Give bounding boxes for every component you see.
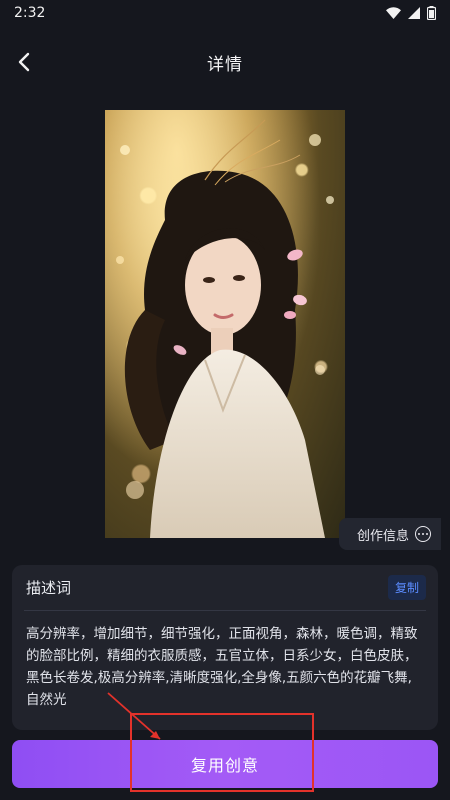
nav-bar: 详情 <box>0 40 450 84</box>
description-title: 描述词 <box>26 579 72 597</box>
signal-icon <box>408 7 420 19</box>
status-bar: 2:32 <box>0 0 450 26</box>
copy-button[interactable]: 复制 <box>387 575 426 600</box>
status-icons <box>386 6 436 20</box>
create-info-button[interactable]: 创作信息 <box>339 518 441 550</box>
portrait-illustration <box>105 110 345 538</box>
description-text: 高分辨率，增加细节，细节强化，正面视角，森林，暖色调，精致的脸部比例，精细的衣服… <box>26 626 418 708</box>
chevron-left-icon <box>18 52 30 72</box>
create-info-label: 创作信息 <box>356 528 409 544</box>
description-header: 描述词 复制 <box>24 565 426 611</box>
wifi-icon <box>386 7 401 19</box>
more-dots-icon <box>415 526 431 542</box>
battery-icon <box>427 6 436 20</box>
page-title: 详情 <box>207 54 243 75</box>
description-card: 描述词 复制 高分辨率，增加细节，细节强化，正面视角，森林，暖色调，精致的脸部比… <box>12 565 438 730</box>
status-time: 2:32 <box>14 5 46 21</box>
artwork-image[interactable] <box>105 110 345 538</box>
back-button[interactable] <box>8 46 40 78</box>
reuse-idea-button[interactable]: 复用创意 <box>12 740 438 788</box>
